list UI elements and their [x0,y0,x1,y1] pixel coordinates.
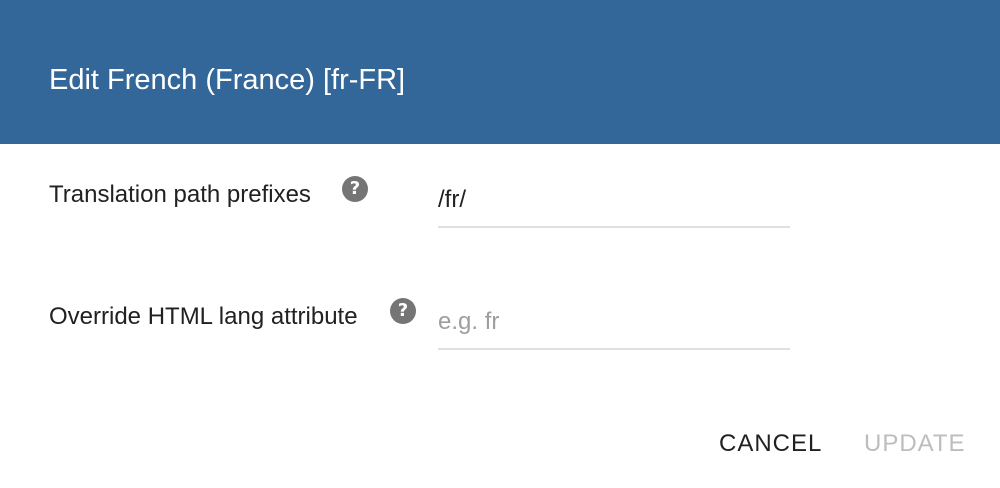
dialog-header: Edit French (France) [fr-FR] [0,0,1000,144]
edit-locale-dialog: Edit French (France) [fr-FR] Translation… [0,0,1000,488]
translation-path-prefixes-input[interactable] [438,174,790,228]
override-html-lang-label: Override HTML lang attribute [49,303,358,330]
translation-path-prefixes-row: Translation path prefixes ? [0,168,1000,238]
question-circle-icon[interactable]: ? [342,176,368,202]
dialog-title: Edit French (France) [fr-FR] [49,64,406,96]
override-html-lang-input[interactable] [438,296,790,350]
override-html-lang-row: Override HTML lang attribute ? [0,290,1000,360]
translation-path-prefixes-label: Translation path prefixes [49,181,311,208]
cancel-button[interactable]: CANCEL [719,424,822,464]
question-circle-icon[interactable]: ? [390,298,416,324]
update-button[interactable]: UPDATE [864,424,966,464]
